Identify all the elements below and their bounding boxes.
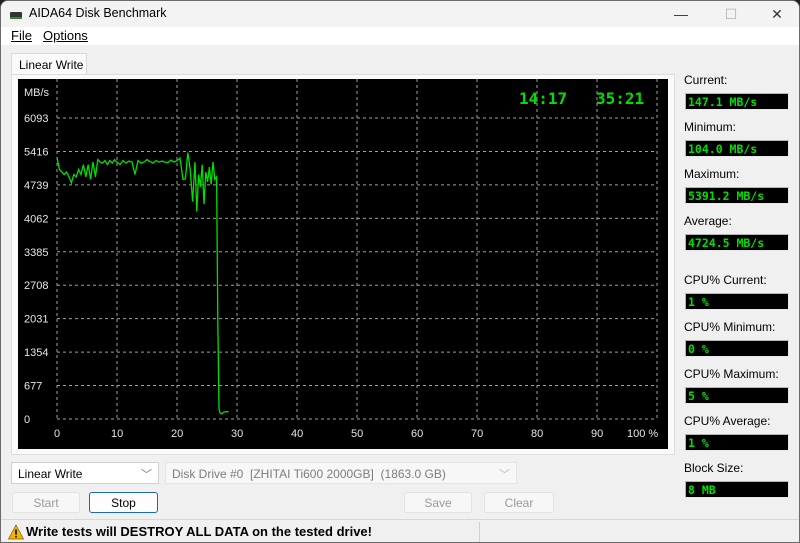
y-tick-label: 2031 [24, 314, 48, 326]
stat-label-block-size: Block Size: [684, 461, 744, 475]
chevron-down-icon: ﹀ [141, 469, 152, 481]
y-tick-label: 677 [24, 381, 42, 393]
status-divider [479, 522, 480, 542]
y-tick-label: 0 [24, 414, 30, 426]
close-button[interactable]: ✕ [754, 1, 799, 27]
stat-value-average: 4724.5 MB/s [685, 234, 789, 251]
stat-label-cpu-average: CPU% Average: [684, 414, 771, 428]
stat-value-cpu-maximum: 5 % [685, 387, 789, 404]
x-tick-labels: 0 10 20 30 40 50 60 70 80 90 100 % [54, 428, 658, 440]
benchmark-chart: 0 677 1354 2031 2708 3385 4062 4739 5416 6093 0 10… [24, 79, 658, 440]
y-tick-label: 2708 [24, 280, 48, 292]
stat-value-cpu-minimum: 0 % [685, 340, 789, 357]
x-tick-label: 40 [291, 428, 303, 440]
x-tick-label: 70 [471, 428, 483, 440]
stop-button[interactable]: Stop [89, 492, 158, 513]
minimize-button[interactable]: — [658, 1, 704, 27]
stat-label-cpu-maximum: CPU% Maximum: [684, 367, 779, 381]
stat-value-cpu-average: 1 % [685, 434, 789, 451]
x-tick-label: 60 [411, 428, 423, 440]
y-tick-labels: 0 677 1354 2031 2708 3385 4062 4739 5416 6093 [24, 113, 48, 426]
x-tick-label: 0 [54, 428, 60, 440]
save-button[interactable]: Save [404, 492, 472, 513]
y-tick-label: 3385 [24, 247, 48, 259]
menu-file[interactable]: File [11, 28, 32, 43]
stat-value-minimum: 104.0 MB/s [685, 140, 789, 157]
x-tick-label: 100 % [627, 428, 658, 440]
status-bar: Write tests will DESTROY ALL DATA on the… [1, 519, 799, 542]
stat-value-current: 147.1 MB/s [685, 93, 789, 110]
menu-file-label: File [11, 28, 32, 43]
tab-linear-write[interactable]: Linear Write [11, 53, 87, 75]
stat-label-current: Current: [684, 73, 728, 87]
maximize-button[interactable]: ☐ [708, 1, 754, 27]
y-axis-label: MB/s [24, 87, 50, 99]
x-tick-label: 20 [171, 428, 183, 440]
stat-label-average: Average: [684, 214, 732, 228]
app-window: AIDA64 Disk Benchmark — ☐ ✕ File Options… [0, 0, 800, 543]
start-button[interactable]: Start [12, 492, 80, 513]
x-tick-label: 50 [351, 428, 363, 440]
test-type-value: Linear Write [18, 467, 83, 481]
test-type-select[interactable]: Linear Write ﹀ [11, 462, 159, 484]
chevron-down-icon: ﹀ [499, 469, 510, 481]
x-tick-label: 90 [591, 428, 603, 440]
menu-options-label: Options [43, 28, 88, 43]
y-tick-label: 4739 [24, 180, 48, 192]
y-tick-label: 6093 [24, 113, 48, 125]
menu-bar: File Options [1, 27, 799, 45]
stat-label-cpu-current: CPU% Current: [684, 273, 767, 287]
x-tick-label: 30 [231, 428, 243, 440]
stat-label-maximum: Maximum: [684, 167, 740, 181]
x-tick-label: 80 [531, 428, 543, 440]
y-tick-label: 4062 [24, 213, 48, 225]
status-warning-text: Write tests will DESTROY ALL DATA on the… [26, 524, 372, 539]
chart-grid [56, 79, 658, 420]
y-tick-label: 5416 [24, 146, 48, 158]
elapsed-time: 14:17 [519, 89, 567, 108]
drive-select[interactable]: Disk Drive #0 [ZHITAI Ti600 2000GB] (186… [165, 462, 517, 484]
stat-label-minimum: Minimum: [684, 120, 737, 134]
x-tick-label: 10 [111, 428, 123, 440]
stat-label-cpu-minimum: CPU% Minimum: [684, 320, 776, 334]
drive-value: Disk Drive #0 [ZHITAI Ti600 2000GB] (186… [172, 467, 446, 481]
clear-button[interactable]: Clear [484, 492, 554, 513]
series-line-linear-write [56, 152, 229, 415]
title-bar[interactable]: AIDA64 Disk Benchmark — ☐ ✕ [1, 1, 799, 27]
window-title: AIDA64 Disk Benchmark [29, 6, 167, 20]
stat-value-block-size: 8 MB [685, 481, 789, 498]
y-tick-label: 1354 [24, 347, 48, 359]
warning-icon [8, 524, 24, 540]
stat-value-maximum: 5391.2 MB/s [685, 187, 789, 204]
app-disk-icon [10, 12, 22, 19]
stat-value-cpu-current: 1 % [685, 293, 789, 310]
menu-options[interactable]: Options [43, 28, 88, 43]
remaining-time: 35:21 [596, 89, 644, 108]
